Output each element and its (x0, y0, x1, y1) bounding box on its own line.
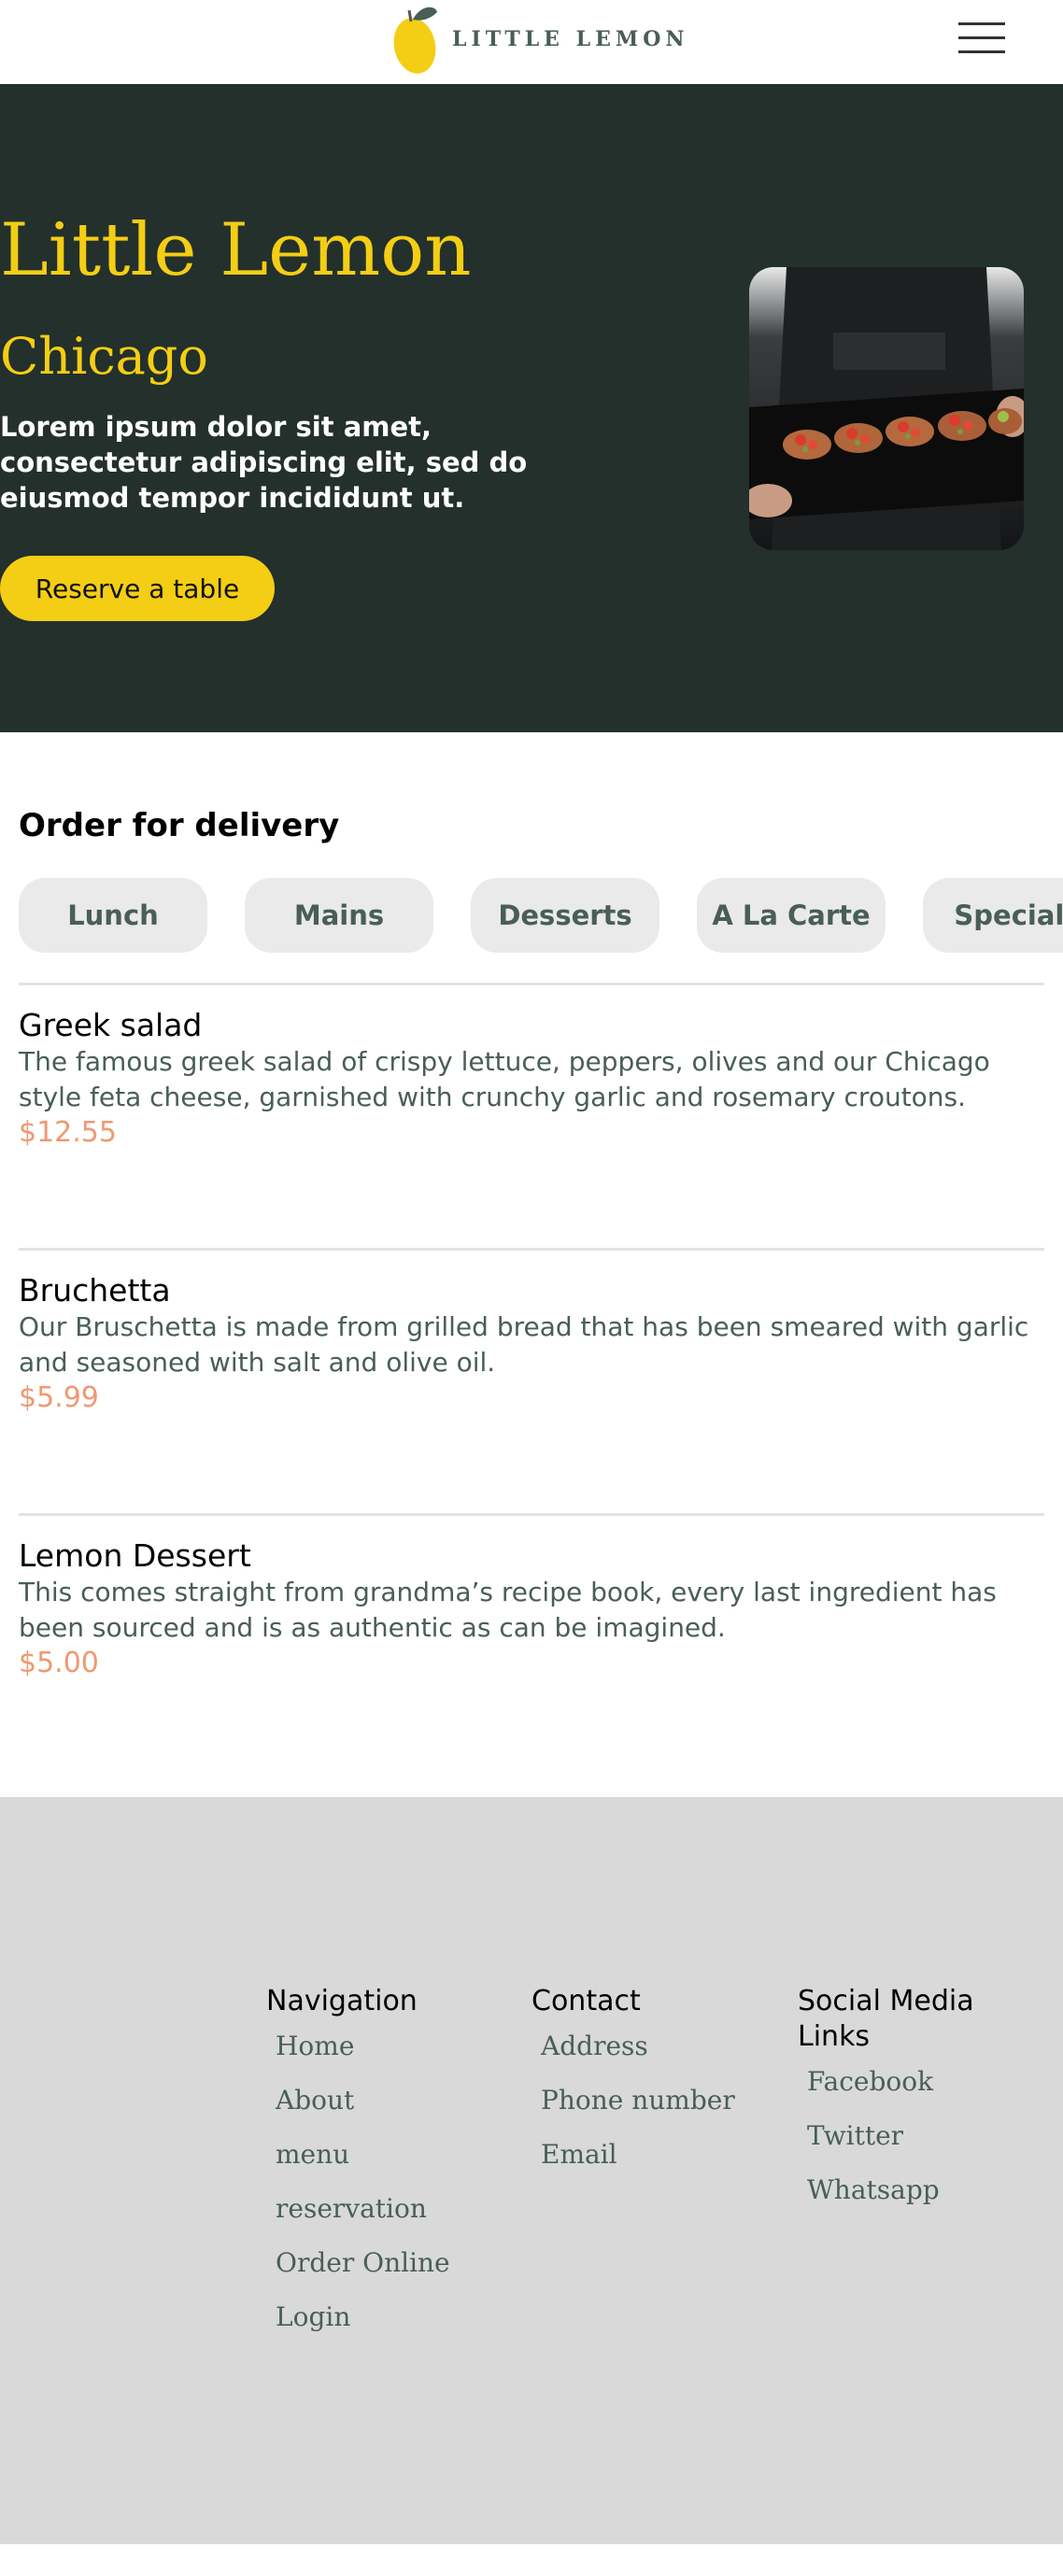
food-platter-image (749, 267, 1024, 550)
footer-link-about[interactable]: About (276, 2074, 518, 2128)
menu-item-bruchetta[interactable]: Bruchetta Our Bruschetta is made from gr… (19, 1272, 1044, 1416)
menu-item-price: $5.00 (19, 1647, 99, 1679)
hero-description: Lorem ipsum dolor sit amet, consectetur … (0, 411, 528, 514)
menu-item-name: Bruchetta (19, 1272, 171, 1309)
footer-contact-title: Contact (532, 1985, 641, 2017)
footer-link-home[interactable]: Home (276, 2019, 518, 2074)
footer-social-title: Social Media Links (798, 1985, 974, 2053)
footer-link-twitter[interactable]: Twitter (807, 2109, 1022, 2163)
footer-link-menu[interactable]: menu (276, 2128, 518, 2182)
footer-link-login[interactable]: Login (276, 2290, 518, 2344)
footer-link-order-online[interactable]: Order Online (276, 2236, 518, 2290)
footer-navigation: Navigation Home About menu reservation O… (266, 1984, 518, 2344)
tab-a-la-carte[interactable]: A La Carte (697, 878, 886, 953)
footer-link-phone-number[interactable]: Phone number (541, 2074, 784, 2128)
hamburger-icon (958, 22, 1005, 25)
site-footer: Navigation Home About menu reservation O… (0, 1797, 1063, 2544)
divider (19, 983, 1044, 985)
menu-item-lemon-dessert[interactable]: Lemon Dessert This comes straight from g… (19, 1537, 1044, 1681)
tab-desserts[interactable]: Desserts (471, 878, 659, 953)
delivery-section-title: Order for delivery (19, 807, 340, 844)
hero-title: Little Lemon (0, 208, 472, 292)
divider (19, 1513, 1044, 1516)
menu-item-description: The famous greek salad of crispy lettuce… (19, 1046, 990, 1112)
menu-item-price: $12.55 (19, 1116, 117, 1149)
footer-contact: Contact Address Phone number Email (532, 1984, 784, 2182)
hamburger-icon-bar (958, 50, 1005, 53)
footer-link-email[interactable]: Email (541, 2128, 784, 2182)
lemon-icon (393, 7, 437, 74)
category-tabs: Lunch Mains Desserts A La Carte Specials (19, 878, 1063, 953)
footer-link-whatsapp[interactable]: Whatsapp (807, 2163, 1022, 2217)
menu-item-name: Greek salad (19, 1007, 203, 1043)
menu-item-description: This comes straight from grandma’s recip… (19, 1577, 997, 1643)
footer-link-facebook[interactable]: Facebook (807, 2055, 1022, 2109)
site-header: LITTLE LEMON (0, 0, 1063, 84)
hero-subtitle: Chicago (0, 327, 208, 386)
tab-lunch[interactable]: Lunch (19, 878, 207, 953)
footer-social: Social Media Links Facebook Twitter What… (798, 1984, 1022, 2217)
hero-food-image (749, 267, 1024, 550)
footer-link-reservation[interactable]: reservation (276, 2182, 518, 2236)
footer-link-address[interactable]: Address (541, 2019, 784, 2074)
hamburger-icon-bar (958, 36, 1005, 39)
menu-item-description: Our Bruschetta is made from grilled brea… (19, 1311, 1029, 1378)
tab-mains[interactable]: Mains (245, 878, 433, 953)
footer-navigation-title: Navigation (266, 1985, 418, 2017)
logo-link[interactable]: LITTLE LEMON (392, 0, 688, 78)
hamburger-menu-button[interactable] (958, 21, 1009, 56)
menu-item-price: $5.99 (19, 1381, 99, 1414)
reserve-table-button[interactable]: Reserve a table (0, 556, 275, 621)
menu-item-name: Lemon Dessert (19, 1537, 251, 1574)
tab-specials[interactable]: Specials (923, 878, 1063, 953)
logo-text: LITTLE LEMON (452, 27, 689, 51)
menu-item-greek-salad[interactable]: Greek salad The famous greek salad of cr… (19, 1007, 1044, 1151)
divider (19, 1248, 1044, 1251)
hero-section: Little Lemon Chicago Lorem ipsum dolor s… (0, 84, 1063, 732)
